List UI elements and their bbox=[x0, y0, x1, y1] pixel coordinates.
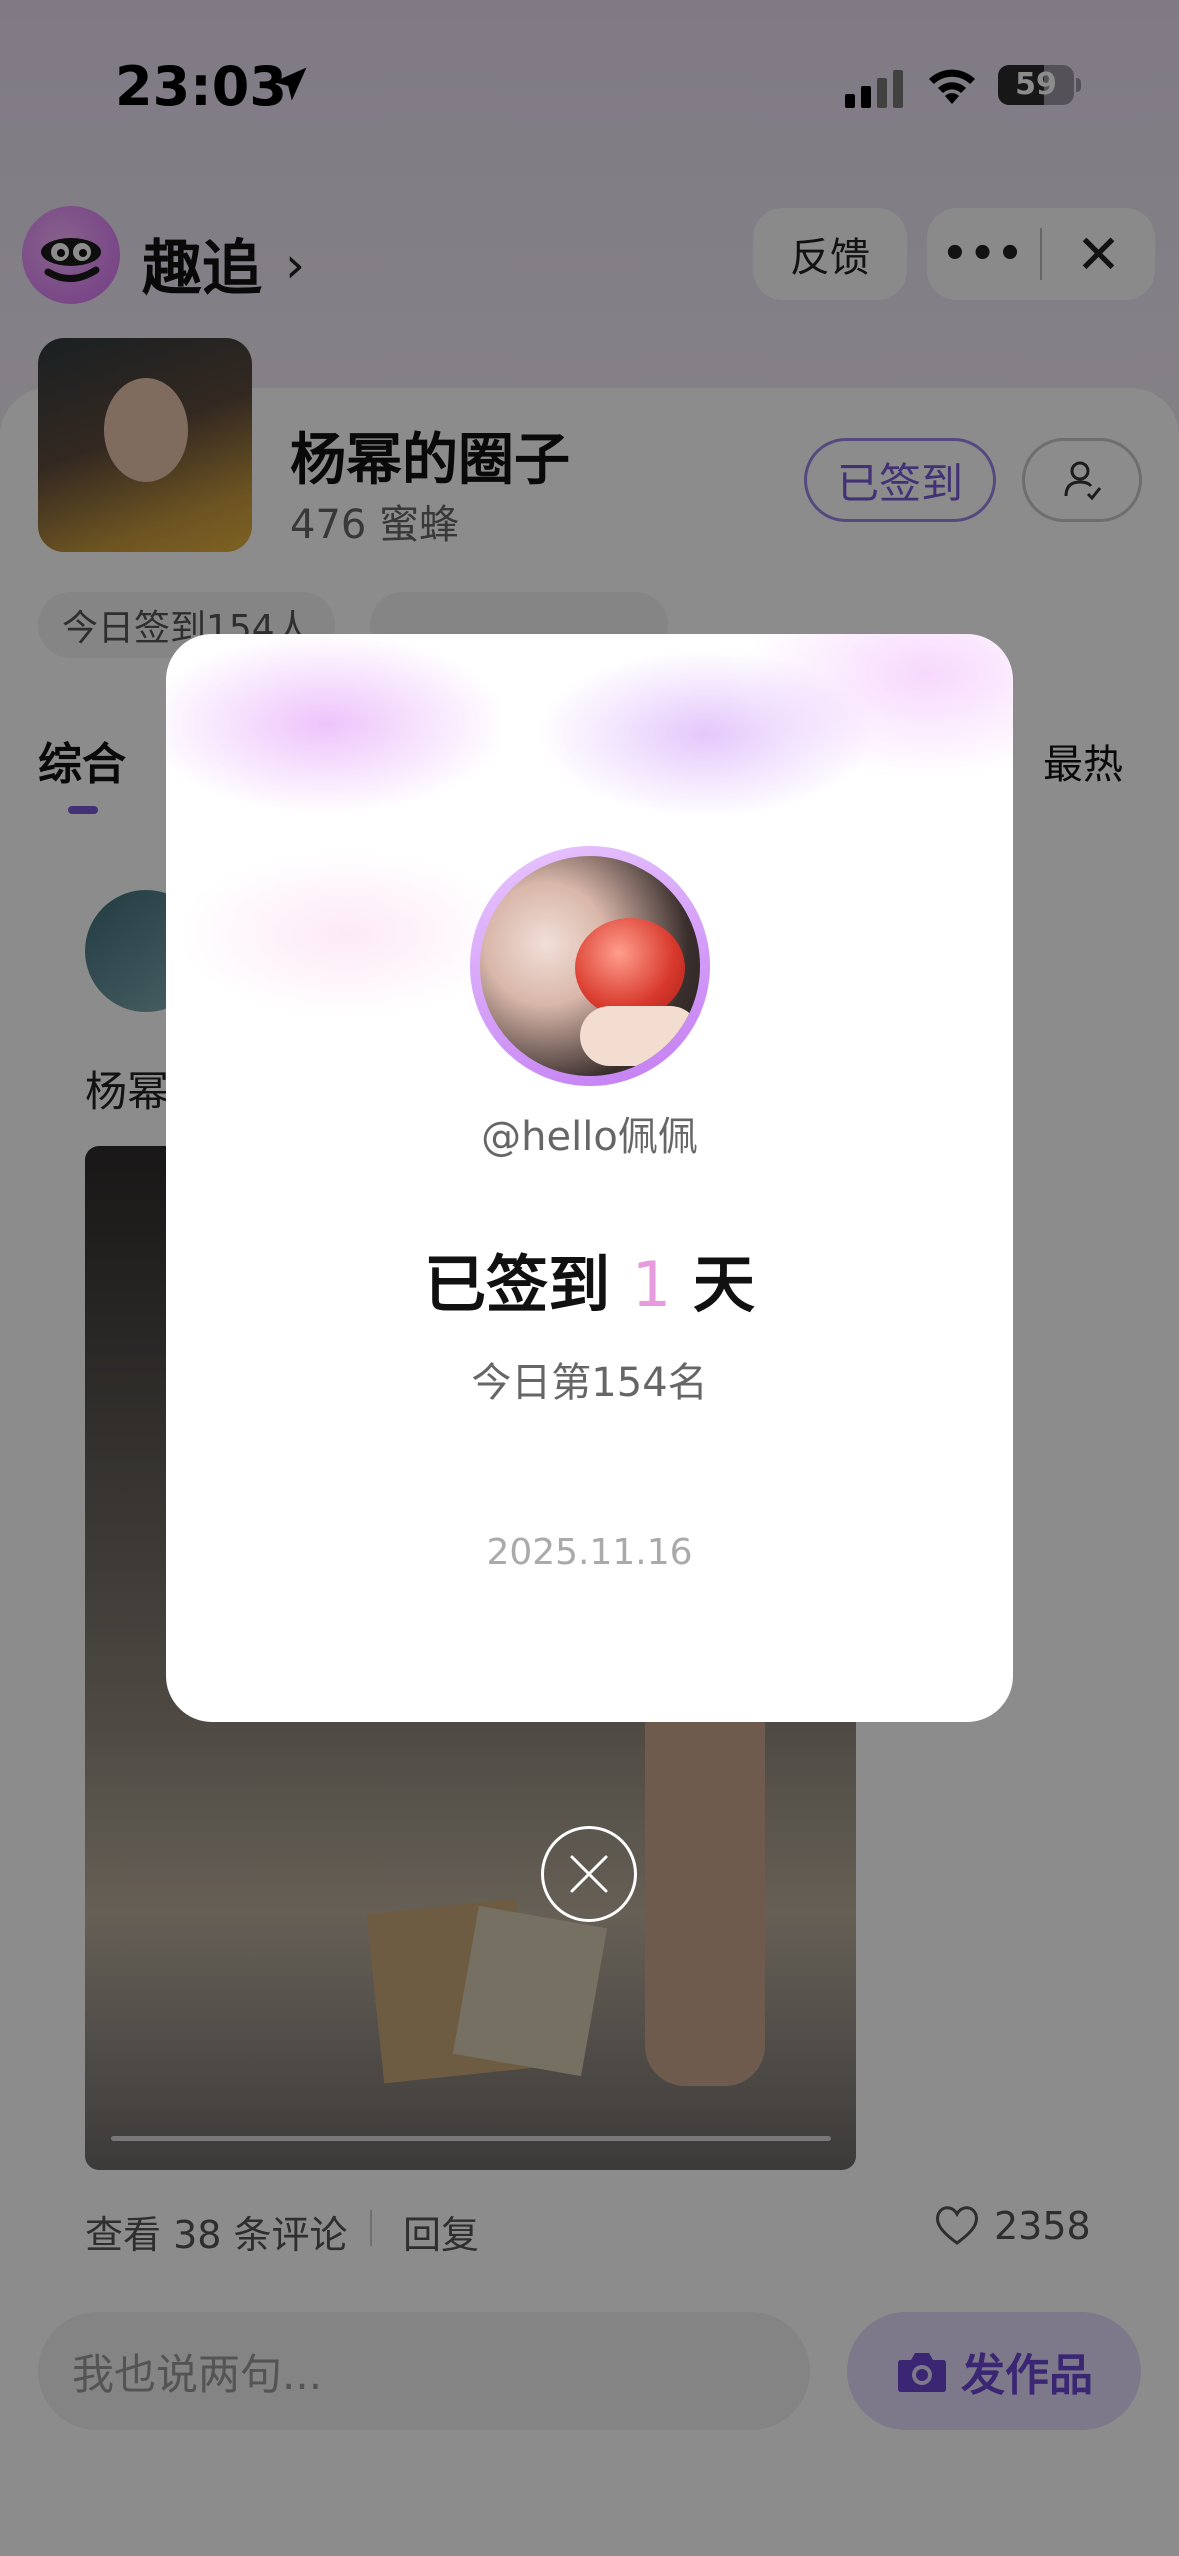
checkin-title-prefix: 已签到 bbox=[424, 1248, 611, 1321]
checkin-modal: @hello佩佩 已签到 1 天 今日第154名 2025.11.16 bbox=[166, 634, 1013, 1722]
photo-apple bbox=[575, 918, 685, 1018]
modal-close-button[interactable] bbox=[541, 1826, 637, 1922]
checkin-days-title: 已签到 1 天 bbox=[166, 1234, 1013, 1324]
modal-username: @hello佩佩 bbox=[481, 1114, 698, 1160]
checkin-days-count: 1 bbox=[631, 1248, 672, 1321]
checkin-date: 2025.11.16 bbox=[486, 1532, 693, 1573]
checkin-title-suffix: 天 bbox=[692, 1248, 755, 1321]
user-avatar bbox=[480, 856, 700, 1076]
checkin-rank: 今日第154名 bbox=[471, 1360, 708, 1406]
close-icon bbox=[570, 1855, 608, 1893]
user-avatar-ring bbox=[470, 846, 710, 1086]
photo-hand bbox=[580, 1006, 700, 1066]
